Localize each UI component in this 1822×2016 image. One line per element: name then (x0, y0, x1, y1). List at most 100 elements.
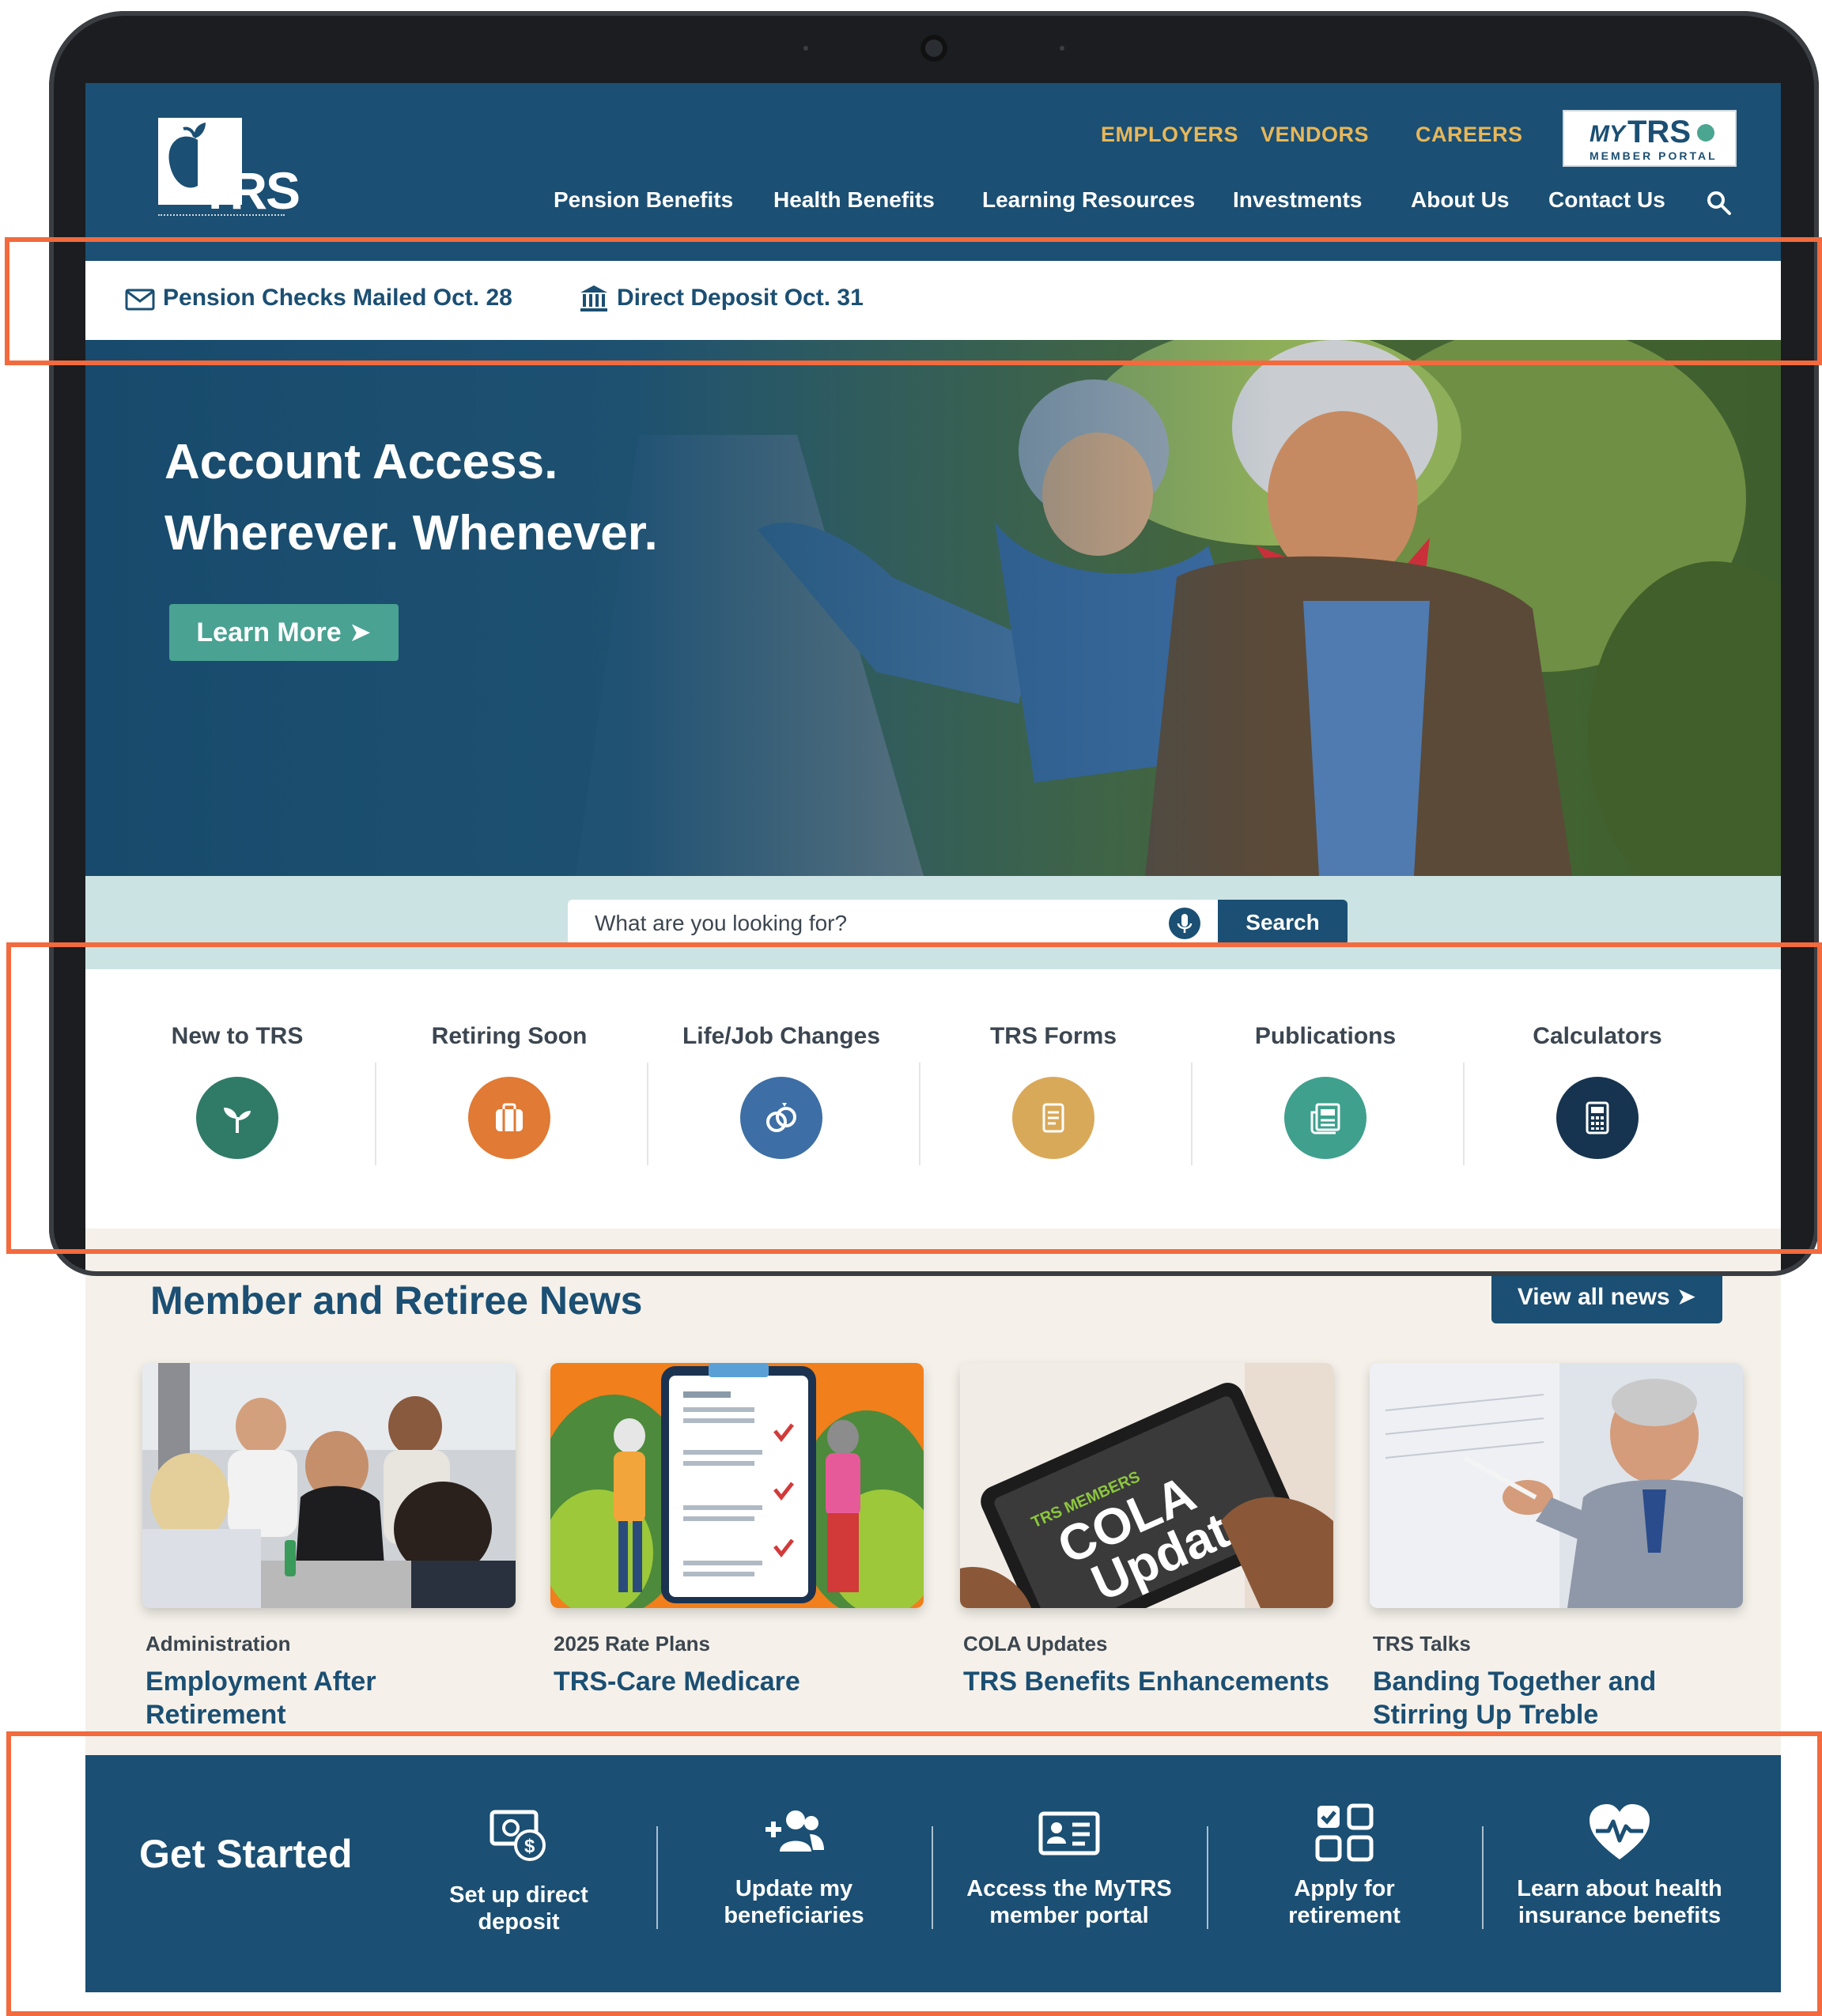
quick-link-label: Calculators (1533, 1023, 1662, 1049)
checklist-icon (1315, 1803, 1374, 1862)
search-placeholder: What are you looking for? (595, 911, 848, 935)
site-header: TRS EMPLOYERS VENDORS CAREERS MY TRS MEM… (85, 83, 1781, 261)
money-icon: $ (490, 1810, 546, 1861)
get-started-label: Update my beneficiaries (675, 1875, 913, 1929)
quick-link-label: Life/Job Changes (682, 1023, 881, 1049)
alert-bar: Pension Checks Mailed Oct. 28 Direct Dep… (85, 261, 1781, 340)
nav-learning-resources[interactable]: Learning Resources (982, 187, 1195, 213)
hero-line-1: Account Access. (164, 435, 558, 489)
nav-careers[interactable]: CAREERS (1416, 123, 1523, 147)
newspaper-icon (1284, 1077, 1366, 1159)
suitcase-icon (468, 1077, 550, 1159)
quick-link-trs-forms[interactable]: TRS Forms (917, 969, 1189, 1229)
camera-icon (920, 35, 947, 62)
logo-tagline (158, 214, 285, 217)
nav-about-us[interactable]: About Us (1411, 187, 1509, 213)
news-card-category: TRS Talks (1373, 1632, 1471, 1655)
label-line: deposit (478, 1909, 560, 1935)
news-card-title[interactable]: TRS Benefits Enhancements (963, 1665, 1335, 1698)
hero-line-2: Wherever. Whenever. (164, 506, 658, 561)
label-line: Access the MyTRS (966, 1876, 1172, 1901)
quick-link-label: Publications (1254, 1023, 1397, 1049)
nav-vendors[interactable]: VENDORS (1261, 123, 1369, 147)
label-line: Learn about health (1517, 1876, 1722, 1901)
nav-pension-benefits[interactable]: Pension Benefits (554, 187, 733, 213)
quick-link-retiring-soon[interactable]: Retiring Soon (373, 969, 645, 1229)
sprout-icon (196, 1077, 278, 1159)
divider (1482, 1826, 1484, 1929)
web-page: TRS EMPLOYERS VENDORS CAREERS MY TRS MEM… (85, 83, 1781, 2012)
search-button[interactable]: Search (1218, 900, 1348, 946)
search-band: What are you looking for? Search (85, 876, 1781, 969)
quick-link-publications[interactable]: Publications (1189, 969, 1461, 1229)
get-started-heading: Get Started (139, 1832, 353, 1876)
trs-logo[interactable]: TRS (158, 118, 316, 225)
quick-link-label: TRS Forms (989, 1023, 1117, 1049)
rings-icon (740, 1077, 822, 1159)
alert-pension-checks: Pension Checks Mailed Oct. 28 (163, 285, 512, 311)
quick-link-calculators[interactable]: Calculators (1461, 969, 1733, 1229)
heart-pulse-icon (1590, 1804, 1650, 1859)
news-card-category: COLA Updates (963, 1632, 1108, 1655)
quick-link-label: New to TRS (171, 1023, 304, 1049)
document-icon (1012, 1077, 1094, 1159)
nav-contact-us[interactable]: Contact Us (1548, 187, 1665, 213)
alert-direct-deposit: Direct Deposit Oct. 31 (617, 285, 864, 311)
news-card-category: 2025 Rate Plans (554, 1632, 711, 1655)
get-started-beneficiaries[interactable]: Update my beneficiaries (675, 1803, 913, 1961)
nav-employers[interactable]: EMPLOYERS (1101, 123, 1238, 147)
get-started-label: Apply for retirement (1226, 1875, 1463, 1929)
nav-investments[interactable]: Investments (1233, 187, 1362, 213)
label-line: member portal (989, 1903, 1149, 1928)
get-started-label: Access the MyTRS member portal (951, 1875, 1188, 1929)
news-card-title[interactable]: Banding Together and Stirring Up Treble (1373, 1665, 1745, 1731)
news-card-title[interactable]: Employment After Retirement (146, 1665, 517, 1731)
news-section: Member and Retiree News View all news ➤ (85, 1229, 1781, 1755)
news-card-image (142, 1363, 516, 1608)
envelope-icon (125, 289, 155, 311)
id-card-icon (1038, 1811, 1100, 1856)
bank-icon (580, 285, 607, 311)
get-started-apply-retirement[interactable]: Apply for retirement (1226, 1803, 1463, 1961)
divider (656, 1826, 658, 1929)
get-started-direct-deposit[interactable]: $ Set up direct deposit (400, 1803, 637, 1961)
get-started-member-portal[interactable]: Access the MyTRS member portal (951, 1803, 1188, 1961)
quick-link-label: Retiring Soon (431, 1023, 588, 1049)
get-started-label: Learn about health insurance benefits (1501, 1875, 1738, 1929)
learn-more-button[interactable]: Learn More ➤ (169, 604, 399, 661)
get-started-section: Get Started $ Set up direct deposit Upda… (85, 1755, 1781, 1992)
news-card-title[interactable]: TRS-Care Medicare (554, 1665, 925, 1698)
news-card-image: TRS MEMBERS COLA Update (960, 1363, 1333, 1608)
divider (1207, 1826, 1208, 1929)
hero-banner: Account Access. Wherever. Whenever. Lear… (85, 340, 1781, 876)
calculator-icon (1556, 1077, 1639, 1159)
news-card-image (1370, 1363, 1743, 1608)
sensor-dot (1060, 46, 1064, 51)
portal-subtitle: MEMBER PORTAL (1590, 149, 1718, 162)
quick-links: New to TRS Retiring Soon Life/Job Change… (85, 969, 1781, 1229)
hero-headline: Account Access. Wherever. Whenever. (164, 427, 658, 569)
label-line: retirement (1288, 1903, 1401, 1928)
mytrs-portal-button[interactable]: MY TRS MEMBER PORTAL (1563, 110, 1737, 167)
quick-link-new-to-trs[interactable]: New to TRS (101, 969, 373, 1229)
news-card-image (550, 1363, 924, 1608)
globe-icon (1697, 124, 1714, 142)
microphone-icon[interactable] (1169, 908, 1200, 939)
label-line: Set up direct (449, 1882, 588, 1908)
get-started-label: Set up direct deposit (400, 1882, 637, 1935)
label-line: Apply for (1294, 1876, 1395, 1901)
view-all-news-button[interactable]: View all news ➤ (1491, 1271, 1722, 1323)
search-icon[interactable] (1705, 189, 1732, 216)
label-line: insurance benefits (1518, 1903, 1722, 1928)
portal-my-text: MY (1590, 121, 1625, 147)
svg-text:$: $ (524, 1836, 535, 1857)
divider (932, 1826, 933, 1929)
news-card-category: Administration (146, 1632, 291, 1655)
label-line: Update my (735, 1876, 853, 1901)
get-started-health-insurance[interactable]: Learn about health insurance benefits (1501, 1803, 1738, 1961)
quick-link-life-job-changes[interactable]: Life/Job Changes (645, 969, 917, 1229)
search-input[interactable]: What are you looking for? (568, 900, 1218, 946)
sensor-dot (803, 46, 808, 51)
add-user-icon (765, 1810, 824, 1852)
nav-health-benefits[interactable]: Health Benefits (773, 187, 935, 213)
